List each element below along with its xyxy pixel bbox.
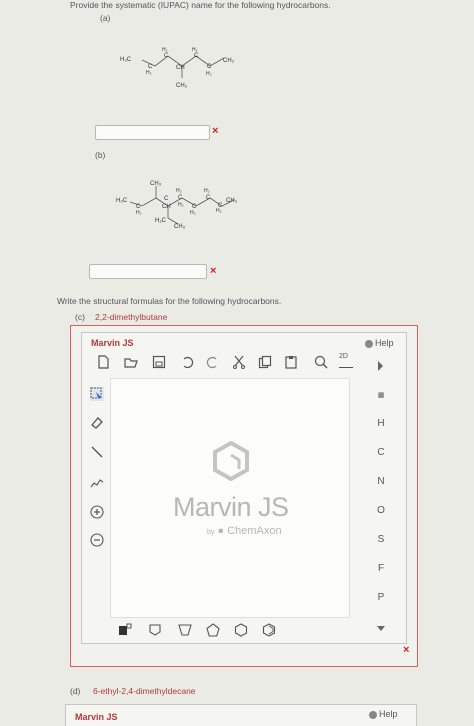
2d-clean-icon[interactable]: 2D — [339, 353, 353, 368]
cyclopentane-icon[interactable] — [178, 623, 192, 637]
question-d-label: (d) — [70, 686, 81, 696]
a-atom-c1: C — [164, 53, 169, 59]
marvin-editor: Marvin JS Help 2D Marvin JS by ● ChemAxo… — [81, 332, 407, 644]
marvin-answer-frame: Marvin JS Help 2D Marvin JS by ● ChemAxo… — [70, 325, 418, 667]
new-document-icon[interactable] — [96, 355, 110, 369]
marvin-logo-brand: by ● ChemAxon — [207, 525, 282, 537]
more-elements-arrow-icon[interactable] — [374, 621, 388, 635]
element-p[interactable]: P — [374, 592, 388, 603]
charge-plus-icon[interactable] — [90, 505, 104, 519]
naming-instructions: Provide the systematic (IUPAC) name for … — [70, 0, 331, 10]
question-a-label: (a) — [100, 13, 111, 23]
element-f[interactable]: F — [374, 563, 388, 574]
benzene-icon[interactable] — [262, 623, 276, 637]
paste-icon[interactable] — [284, 355, 298, 369]
eraser-icon[interactable] — [90, 415, 104, 429]
b-atom-h2-1: H₂ — [136, 210, 142, 216]
zoom-icon[interactable] — [314, 355, 328, 369]
a-atom-h3c: H₃C — [120, 57, 132, 63]
help-icon — [365, 339, 373, 348]
answer-a-incorrect-icon: × — [212, 125, 219, 137]
drawing-canvas[interactable]: Marvin JS by ● ChemAxon — [110, 378, 350, 618]
answer-a-input[interactable] — [95, 125, 210, 140]
a-atom-ch3-branch: CH₃ — [176, 83, 188, 89]
marvin-title-d: Marvin JS — [75, 712, 118, 722]
answer-b-input[interactable] — [89, 264, 207, 279]
select-icon[interactable] — [90, 387, 104, 401]
save-icon[interactable] — [152, 355, 166, 369]
a-atom-c4: C — [207, 64, 212, 70]
b-atom-ch3-top: CH₃ — [150, 181, 162, 187]
hexagon-icon[interactable] — [234, 623, 248, 637]
structural-instructions: Write the structural formulas for the fo… — [57, 296, 282, 306]
charge-minus-icon[interactable] — [90, 533, 104, 547]
b-atom-ch: CH — [162, 204, 171, 210]
b-atom-c4: C — [206, 195, 211, 201]
redo-icon[interactable] — [206, 355, 220, 369]
structure-a: H₃C H₂ C H₂ C CH CH₃ C H₂ C H₂ CH₃ — [120, 47, 235, 89]
b-atom-c2: C — [178, 195, 183, 201]
open-folder-icon[interactable] — [124, 355, 138, 369]
b-atom-ch3-ethyl: CH₃ — [174, 224, 186, 230]
b-atom-h2-2: H₂ — [176, 188, 182, 194]
b-atom-h3c: H₃C — [116, 198, 128, 204]
help-button-d[interactable]: Help — [369, 709, 398, 719]
expand-arrow-icon[interactable] — [374, 359, 388, 373]
element-s[interactable]: S — [374, 534, 388, 545]
a-atom-ch3-end: CH₃ — [223, 58, 235, 64]
atom-template-icon[interactable] — [118, 623, 132, 637]
question-d-name: 6-ethyl-2,4-dimethyldecane — [93, 686, 196, 696]
periodic-table-icon[interactable]: ▦ — [374, 391, 388, 399]
a-atom-h2-4: H₂ — [206, 71, 212, 77]
a-atom-h2-3: H₂ — [192, 47, 198, 53]
chemaxon-logo-icon: ● — [217, 525, 225, 537]
logo-brand: ChemAxon — [227, 525, 282, 537]
a-atom-c3: C — [194, 53, 199, 59]
question-c-label: (c) — [75, 312, 85, 322]
pentagon-icon[interactable] — [206, 623, 220, 637]
help-label-d: Help — [379, 709, 398, 719]
b-atom-h2-3: H₂ — [190, 210, 196, 216]
help-icon-d — [369, 710, 377, 719]
chain-icon[interactable] — [90, 475, 104, 489]
cut-icon[interactable] — [232, 355, 246, 369]
help-label: Help — [375, 338, 394, 348]
help-button[interactable]: Help — [365, 338, 394, 348]
question-c-name: 2,2-dimethylbutane — [95, 312, 168, 322]
b-atom-c5: C — [218, 203, 223, 209]
element-h[interactable]: H — [374, 418, 388, 429]
a-atom-c2: C — [148, 64, 153, 70]
marvin-logo-text: Marvin JS — [173, 492, 289, 522]
undo-icon[interactable] — [180, 355, 194, 369]
answer-c-incorrect-icon: × — [403, 644, 410, 656]
marvin-title: Marvin JS — [91, 338, 134, 348]
copy-icon[interactable] — [258, 355, 272, 369]
b-atom-c6: C — [164, 196, 169, 202]
b-atom-ch3-end: CH₃ — [226, 198, 238, 204]
a-atom-h2-2: H₂ — [146, 70, 152, 76]
b-atom-h2c: H₂C — [155, 218, 167, 224]
marvin-editor-d: Marvin JS Help — [65, 704, 417, 726]
marvin-logo-icon — [213, 441, 249, 481]
b-atom-c3: C — [192, 204, 197, 210]
b-atom-h2-6: H₂ — [178, 202, 184, 208]
element-c[interactable]: C — [374, 447, 388, 458]
structure-b: CH₃ H₃C C H₂ CH H₂ C H₂ C H₂ C CH₃ H₂C C… — [116, 181, 238, 230]
b-atom-h2-4: H₂ — [204, 188, 210, 194]
question-b-label: (b) — [95, 150, 106, 160]
a-atom-ch: CH — [176, 65, 185, 71]
answer-b-incorrect-icon: × — [210, 265, 217, 277]
element-o[interactable]: O — [374, 505, 388, 516]
logo-by: by — [207, 529, 215, 536]
element-n[interactable]: N — [374, 476, 388, 487]
bond-icon[interactable] — [90, 445, 104, 459]
ring-template-icon[interactable] — [148, 623, 162, 637]
